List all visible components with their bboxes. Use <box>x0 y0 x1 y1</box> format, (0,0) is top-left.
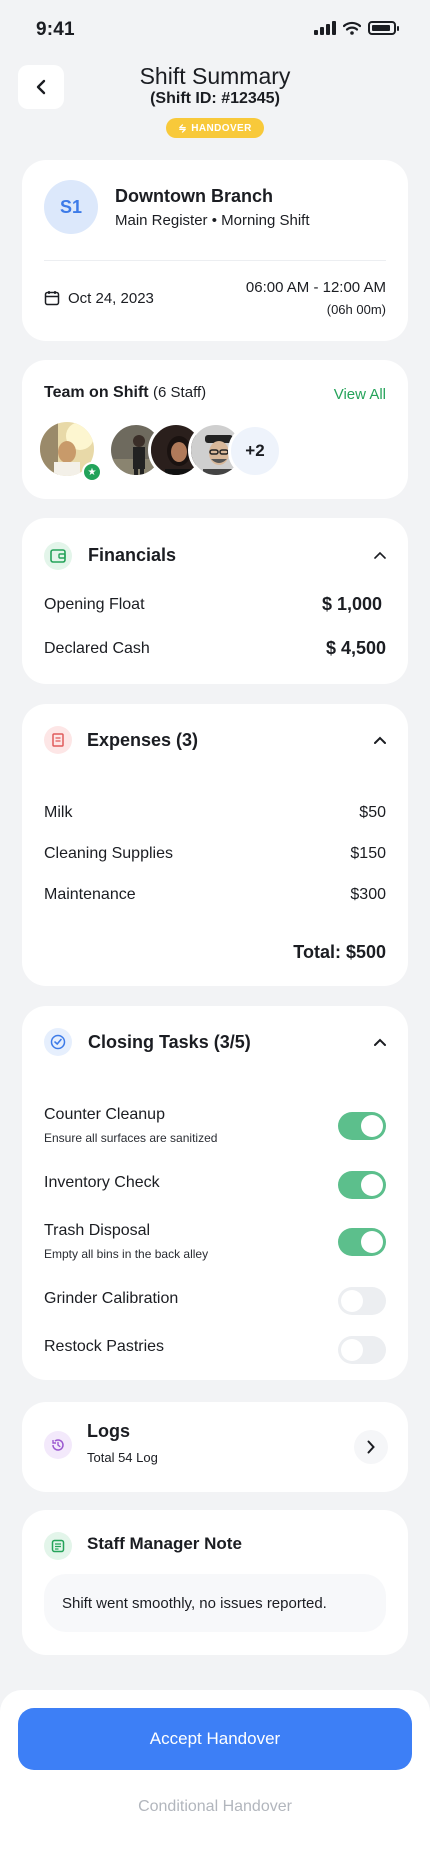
conditional-handover-button[interactable]: Conditional Handover <box>0 1798 430 1816</box>
branch-avatar: S1 <box>44 180 98 234</box>
shift-time-range: 06:00 AM - 12:00 AM <box>245 279 386 296</box>
expenses-total: Total: $500 <box>293 942 386 962</box>
note-text-box: Shift went smoothly, no issues reported. <box>44 1574 386 1632</box>
expense-item-value: $150 <box>350 845 386 862</box>
declared-cash-label: Declared Cash <box>44 640 150 657</box>
wallet-icon <box>44 542 72 570</box>
verified-icon: ★ <box>82 462 102 482</box>
note-title: Staff Manager Note <box>87 1534 242 1553</box>
task-toggle[interactable] <box>338 1228 386 1256</box>
branch-name: Downtown Branch <box>115 186 273 206</box>
branch-card: S1 Downtown Branch Main Register • Morni… <box>22 160 408 341</box>
status-time: 9:41 <box>36 19 75 40</box>
financials-title: Financials <box>88 545 177 565</box>
tasks-title: Closing Tasks (3/5) <box>88 1032 251 1052</box>
bottom-action-bar: Accept Handover Conditional Handover <box>0 1690 430 1851</box>
task-title: Trash Disposal <box>44 1222 151 1239</box>
task-toggle[interactable] <box>338 1171 386 1199</box>
declared-cash-value: $ 4,500 <box>325 638 386 658</box>
expenses-card: Expenses (3) Milk $50 Cleaning Supplies … <box>22 704 408 986</box>
team-card: Team on Shift (6 Staff) View All ★ +2 <box>22 360 408 499</box>
task-title: Restock Pastries <box>44 1338 165 1355</box>
expense-item-label: Milk <box>44 804 73 821</box>
history-icon <box>44 1431 72 1459</box>
note-text: Shift went smoothly, no issues reported. <box>62 1594 327 1612</box>
logs-count: Total 54 Log <box>87 1450 158 1465</box>
chevron-up-icon[interactable] <box>374 551 386 559</box>
page-title: Shift Summary <box>139 63 291 89</box>
cellular-signal-icon <box>314 21 336 35</box>
receipt-icon <box>44 726 72 754</box>
status-badge: HANDOVER <box>166 118 264 138</box>
manager-note-card: Staff Manager Note Shift went smoothly, … <box>22 1510 408 1655</box>
task-description: Empty all bins in the back alley <box>44 1247 209 1261</box>
note-icon <box>44 1532 72 1560</box>
expense-item-value: $300 <box>350 886 386 903</box>
shift-id: (Shift ID: #12345) <box>150 90 280 107</box>
team-count: (6 Staff) <box>153 384 207 401</box>
task-title: Inventory Check <box>44 1174 160 1191</box>
badge-label: HANDOVER <box>191 122 252 134</box>
financials-card: Financials Opening Float $ 1,000 Declare… <box>22 518 408 684</box>
expense-item-value: $50 <box>359 804 386 821</box>
chevron-up-icon[interactable] <box>374 1038 386 1046</box>
view-all-link[interactable]: View All <box>334 386 386 403</box>
accept-handover-button[interactable]: Accept Handover <box>18 1708 412 1770</box>
logs-card[interactable]: Logs Total 54 Log <box>22 1402 408 1492</box>
shift-date: Oct 24, 2023 <box>68 290 154 307</box>
battery-icon <box>368 21 399 35</box>
branch-detail: Main Register • Morning Shift <box>115 212 310 229</box>
status-bar: 9:41 <box>0 0 430 58</box>
opening-float-label: Opening Float <box>44 596 145 613</box>
task-title: Counter Cleanup <box>44 1106 165 1123</box>
expense-item-label: Cleaning Supplies <box>44 845 173 862</box>
chevron-up-icon[interactable] <box>374 736 386 744</box>
task-toggle[interactable] <box>338 1287 386 1315</box>
task-toggle[interactable] <box>338 1112 386 1140</box>
closing-tasks-card: Closing Tasks (3/5) Counter Cleanup Ensu… <box>22 1006 408 1380</box>
swap-icon <box>179 123 187 133</box>
check-circle-icon <box>44 1028 72 1056</box>
shift-duration: (06h 00m) <box>326 302 386 317</box>
task-toggle[interactable] <box>338 1336 386 1364</box>
chevron-right-icon[interactable] <box>354 1430 388 1464</box>
opening-float-value: $ 1,000 <box>321 594 382 614</box>
wifi-icon <box>343 21 361 35</box>
logs-title: Logs <box>87 1421 130 1441</box>
calendar-icon <box>44 291 60 306</box>
more-staff-count[interactable]: +2 <box>228 424 282 478</box>
divider <box>44 260 386 261</box>
expenses-title: Expenses (3) <box>87 730 199 750</box>
team-title: Team on Shift <box>44 384 149 401</box>
task-title: Grinder Calibration <box>44 1290 179 1307</box>
task-description: Ensure all surfaces are sanitized <box>44 1131 218 1145</box>
expense-item-label: Maintenance <box>44 886 136 903</box>
